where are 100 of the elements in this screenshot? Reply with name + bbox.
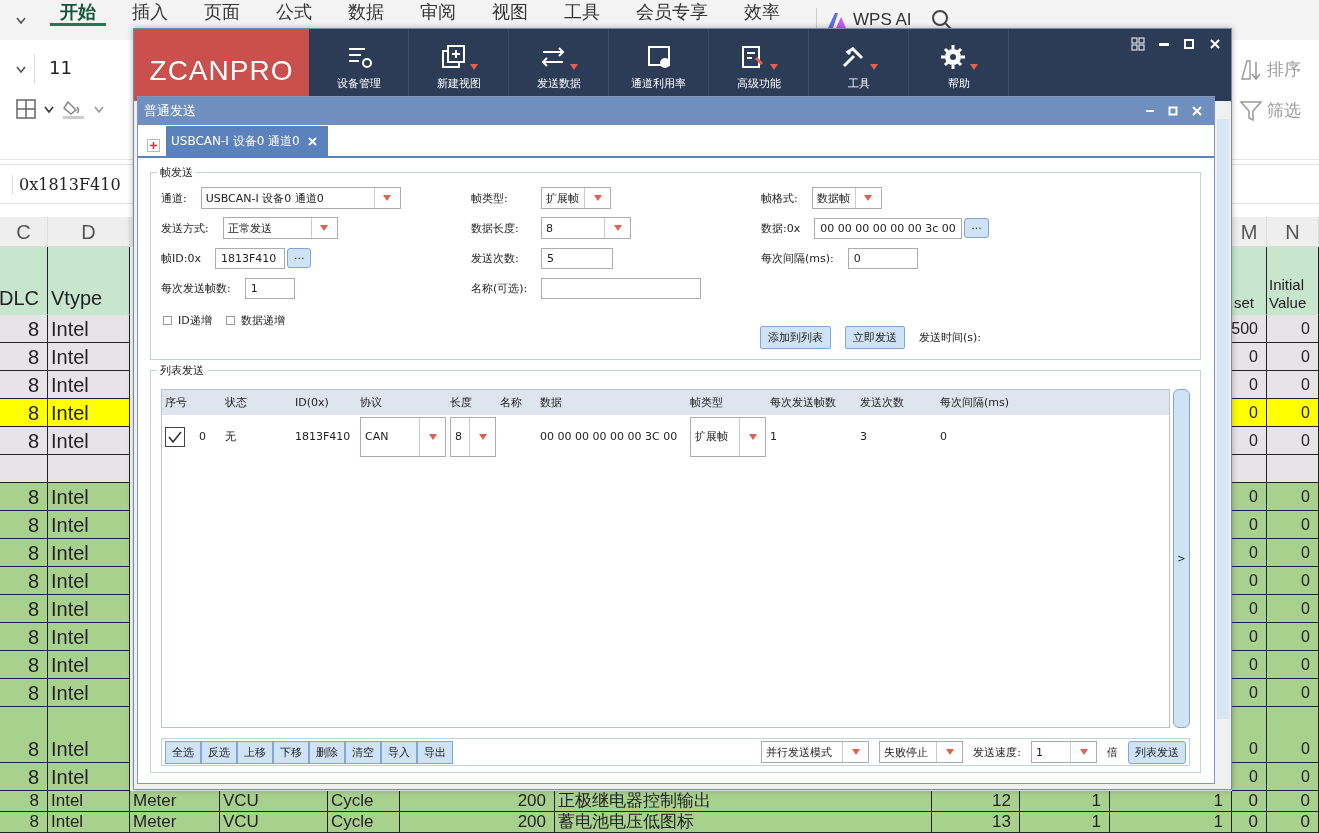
button[interactable]: 全选: [165, 740, 201, 764]
table-cell: 0: [1267, 511, 1319, 539]
column-header: 发送次数: [859, 395, 905, 410]
menu-tab[interactable]: 数据: [338, 0, 394, 26]
expand-button[interactable]: >: [1173, 389, 1190, 728]
layout-icon: [1131, 37, 1145, 51]
table-cell: Intel: [48, 679, 130, 707]
menu-tab[interactable]: 公式: [266, 0, 322, 26]
button[interactable]: 下移: [273, 740, 309, 764]
table-cell: Intel: [48, 651, 130, 679]
table-cell: 0: [1232, 707, 1267, 763]
font-size-field[interactable]: 11: [34, 54, 98, 84]
group-title: 帧发送: [157, 165, 196, 180]
table-cell: 0: [1232, 595, 1267, 623]
caret-icon: [383, 195, 392, 201]
table-cell: 8: [0, 399, 48, 427]
table-cell: 0: [1267, 567, 1319, 595]
time-label: 发送时间(s):: [919, 330, 982, 345]
menu-tab[interactable]: 审阅: [410, 0, 466, 26]
maximize-icon: [1183, 38, 1195, 50]
table-cell: Intel: [48, 623, 130, 651]
button[interactable]: 导出: [417, 740, 453, 764]
dropdown[interactable]: 扩展帧: [541, 187, 611, 209]
dropdown[interactable]: 8: [450, 416, 496, 457]
dropdown[interactable]: 8: [541, 217, 631, 239]
table-cell: 正极继电器控制输出: [555, 791, 932, 812]
table-cell: 8: [0, 483, 48, 511]
checkbox[interactable]: 数据递增: [225, 313, 285, 328]
menu-tab[interactable]: 会员专享: [626, 0, 718, 26]
column-header: 协议: [359, 395, 383, 410]
table-cell: 0: [1232, 812, 1267, 833]
formula-field[interactable]: 0x1813F410: [12, 174, 121, 194]
table-cell: 0: [1267, 399, 1319, 427]
table-cell: Meter: [130, 812, 220, 833]
button[interactable]: 清空: [345, 740, 381, 764]
ai-logo-icon: [827, 11, 847, 29]
table-cell-text: 3: [859, 430, 868, 443]
button[interactable]: 立即发送: [845, 326, 905, 349]
caret-icon: [44, 105, 54, 113]
dropdown[interactable]: 扩展帧: [690, 416, 766, 457]
table-cell: 8: [0, 623, 48, 651]
caret-icon: [94, 105, 104, 113]
input-field[interactable]: 0: [847, 247, 918, 269]
dropdown[interactable]: 数据帧: [811, 187, 882, 209]
table-cell: 0: [1232, 791, 1267, 812]
button[interactable]: 添加到列表: [760, 326, 831, 349]
table-cell: 0: [1267, 483, 1319, 511]
checkbox[interactable]: [165, 426, 185, 447]
table-cell: 0: [1232, 399, 1267, 427]
table-cell: Initial Value: [1267, 247, 1319, 315]
dropdown[interactable]: 并行发送模式: [761, 741, 870, 763]
table-cell: 8: [0, 595, 48, 623]
button[interactable]: 列表发送: [1128, 740, 1186, 764]
menu-tab[interactable]: 工具: [554, 0, 610, 26]
table-cell: 8: [0, 539, 48, 567]
channel-tab[interactable]: USBCAN-I 设备0 通道0: [166, 126, 328, 156]
caret-icon: [769, 64, 778, 70]
table-cell: Intel: [48, 763, 130, 791]
minimize-icon: [1146, 110, 1154, 112]
table-cell-text: 1: [769, 430, 778, 443]
logo-text: ZCANPRO: [149, 55, 294, 87]
dropdown[interactable]: 正常发送: [222, 217, 338, 239]
checkbox[interactable]: ID递增: [163, 313, 212, 328]
table-cell: 0: [1267, 651, 1319, 679]
button[interactable]: 上移: [237, 740, 273, 764]
menu-tab[interactable]: 插入: [122, 0, 178, 26]
input-field[interactable]: 1: [244, 277, 295, 299]
ai-button[interactable]: WPS AI: [827, 10, 912, 30]
table-cell: DLC: [0, 247, 48, 315]
table-cell: 12: [932, 791, 1020, 812]
table-cell: 13: [932, 812, 1020, 833]
browse-button[interactable]: ...: [286, 248, 312, 268]
browse-button[interactable]: ...: [964, 218, 989, 238]
button[interactable]: 导入: [381, 740, 417, 764]
dropdown[interactable]: 失败停止: [879, 741, 964, 763]
caret-icon: [748, 433, 757, 440]
menu-tab[interactable]: 开始: [50, 0, 106, 26]
dropdown[interactable]: CAN: [360, 416, 446, 457]
input-field[interactable]: 1813F410: [214, 247, 285, 269]
table-cell: 8: [0, 812, 48, 833]
table-cell: Intel: [48, 483, 130, 511]
table-cell: D: [48, 217, 130, 247]
table-cell: 500: [1232, 315, 1267, 343]
button[interactable]: 删除: [309, 740, 345, 764]
table-cell: Intel: [48, 707, 130, 763]
dropdown[interactable]: USBCAN-I 设备0 通道0: [200, 187, 401, 209]
menu-tab[interactable]: 视图: [482, 0, 538, 26]
table-cell: 0: [1232, 427, 1267, 455]
table-cell: Cycle: [328, 791, 400, 812]
dropdown[interactable]: 1: [1031, 741, 1097, 763]
menu-tab[interactable]: 页面: [194, 0, 250, 26]
table-cell: Intel: [48, 812, 130, 833]
input-field[interactable]: 5: [541, 247, 613, 269]
input-field[interactable]: 00 00 00 00 00 00 3c 00: [814, 217, 963, 239]
button[interactable]: 反选: [201, 740, 237, 764]
close-icon: [307, 136, 317, 146]
table-cell: set: [1232, 247, 1267, 315]
menu-tab[interactable]: 效率: [734, 0, 790, 26]
field-label: 数据长度:: [471, 220, 520, 236]
input-field[interactable]: [541, 277, 701, 299]
